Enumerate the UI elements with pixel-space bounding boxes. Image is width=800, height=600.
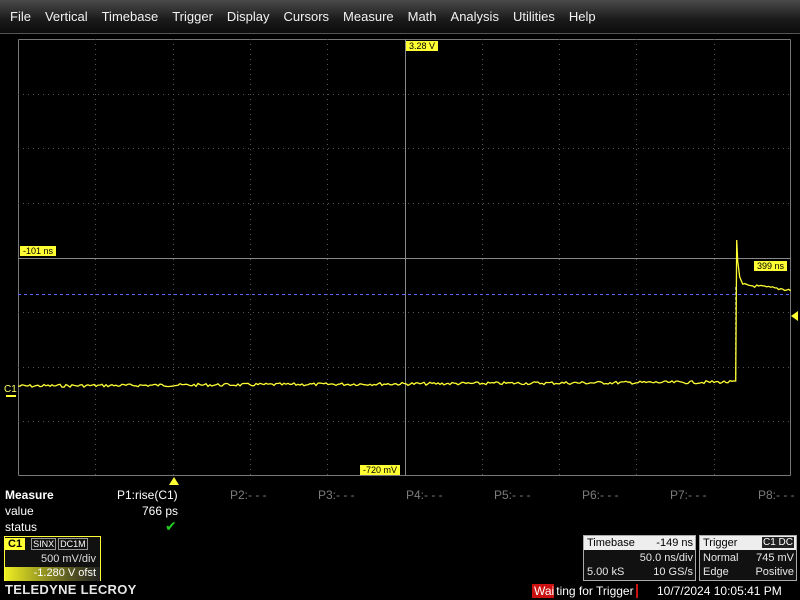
status-bar: Wai ting for Trigger 10/7/2024 10:05:41 P…: [0, 584, 800, 600]
menu-trigger[interactable]: Trigger: [165, 9, 220, 24]
trigger-source: C1 DC: [761, 537, 794, 548]
c1-channel-marker[interactable]: C1: [4, 384, 17, 395]
trigger-mode: Normal: [703, 552, 739, 564]
p2-measure-slot[interactable]: P2:- - -: [230, 488, 267, 502]
p1-measure-name[interactable]: P1:rise(C1): [117, 488, 178, 502]
trigger-level-arrow-icon[interactable]: [791, 311, 798, 321]
c1-descriptor-box[interactable]: C1 SINX DC1M 500 mV/div -1.280 V ofst: [4, 536, 101, 581]
p6-measure-slot[interactable]: P6:- - -: [582, 488, 619, 502]
c1-vertical-scale: 500 mV/div: [40, 553, 96, 565]
menu-analysis[interactable]: Analysis: [444, 9, 506, 24]
timebase-scale: 50.0 ns/div: [639, 552, 693, 564]
menu-display[interactable]: Display: [220, 9, 277, 24]
menu-cursors[interactable]: Cursors: [277, 9, 337, 24]
grid-canvas: [18, 39, 791, 476]
menu-utilities[interactable]: Utilities: [506, 9, 562, 24]
measure-panel: Measure value status P1:rise(C1) 766 ps …: [0, 486, 800, 534]
c1-trace: [18, 239, 791, 389]
menu-math[interactable]: Math: [401, 9, 444, 24]
timebase-title: Timebase: [587, 537, 635, 549]
timebase-delay: -149 ns: [656, 537, 693, 549]
p1-measure-value: 766 ps: [141, 504, 178, 518]
p1-status-check-icon: ✔: [165, 518, 177, 534]
measure-title[interactable]: Measure: [5, 488, 54, 502]
trigger-status: Wai ting for Trigger: [532, 584, 638, 598]
trigger-position-arrow-icon[interactable]: [169, 477, 179, 485]
trigger-descriptor-box[interactable]: Trigger C1 DC Normal 745 mV Edge Positiv…: [699, 535, 797, 581]
c1-offset-bar: -1.280 V ofst: [5, 567, 100, 581]
p4-measure-slot[interactable]: P4:- - -: [406, 488, 443, 502]
trigger-level: 745 mV: [756, 552, 794, 564]
c1-flag-sinx: SINX: [31, 538, 57, 550]
trigger-status-rest: ting for Trigger: [554, 584, 636, 598]
measure-value-label: value: [5, 504, 34, 518]
trigger-title: Trigger: [703, 537, 738, 549]
waveform-grid[interactable]: 3.28 V -720 mV -101 ns 399 ns: [18, 39, 791, 476]
trigger-type: Edge: [703, 566, 729, 578]
trigger-slope: Positive: [755, 566, 794, 578]
p7-measure-slot[interactable]: P7:- - -: [670, 488, 707, 502]
time-cursor-left-label[interactable]: -101 ns: [20, 246, 57, 256]
timebase-descriptor-box[interactable]: Timebase -149 ns 50.0 ns/div 5.00 kS 10 …: [583, 535, 696, 581]
date-time: 10/7/2024 10:05:41 PM: [657, 584, 782, 598]
c1-flag-coupling: DC1M: [58, 538, 88, 550]
p3-measure-slot[interactable]: P3:- - -: [318, 488, 355, 502]
timebase-sample-rate: 10 GS/s: [653, 566, 693, 578]
p8-measure-slot[interactable]: P8:- - -: [758, 488, 795, 502]
menu-help[interactable]: Help: [562, 9, 603, 24]
cursor-bottom-label[interactable]: -720 mV: [360, 465, 401, 475]
timebase-points: 5.00 kS: [587, 566, 625, 578]
menu-vertical[interactable]: Vertical: [38, 9, 95, 24]
c1-ground-marker[interactable]: [6, 395, 16, 397]
c1-offset-value: -1.280 V ofst: [33, 567, 96, 579]
trigger-status-highlight: Wai: [534, 584, 555, 598]
p5-measure-slot[interactable]: P5:- - -: [494, 488, 531, 502]
menu-file[interactable]: File: [3, 9, 38, 24]
menu-measure[interactable]: Measure: [336, 9, 401, 24]
menu-timebase[interactable]: Timebase: [95, 9, 166, 24]
measure-status-label: status: [5, 520, 38, 534]
menu-bar: File Vertical Timebase Trigger Display C…: [0, 0, 800, 34]
cursor-top-label[interactable]: 3.28 V: [406, 41, 439, 51]
time-cursor-right-label[interactable]: 399 ns: [754, 261, 788, 271]
c1-label-badge: C1: [5, 538, 26, 550]
